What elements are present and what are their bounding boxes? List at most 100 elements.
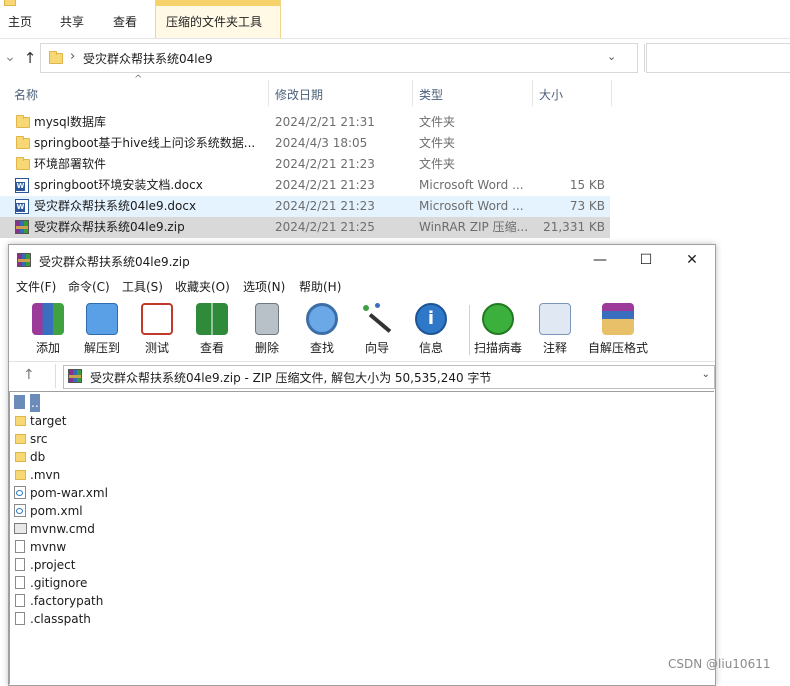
info-button[interactable]: i 信息: [409, 301, 453, 355]
word-doc-icon: W: [15, 178, 29, 193]
list-item[interactable]: .classpath: [14, 610, 314, 628]
up-arrow-icon[interactable]: ↑: [22, 49, 38, 67]
list-item-name: mvnw.cmd: [30, 522, 95, 536]
folder-icon: [15, 470, 26, 480]
extract-to-button[interactable]: 解压到: [80, 301, 124, 355]
folder-icon: [49, 51, 63, 64]
add-button[interactable]: 添加: [26, 301, 70, 355]
tab-view[interactable]: 查看: [113, 12, 137, 32]
tab-compressed-folder-tools[interactable]: 压缩的文件夹工具: [155, 0, 281, 38]
tab-share[interactable]: 共享: [60, 12, 84, 32]
list-item-name: .mvn: [30, 468, 61, 482]
menu-bar: 文件(F) 命令(C) 工具(S) 收藏夹(O) 选项(N) 帮助(H): [9, 275, 715, 297]
archive-path-field[interactable]: 受灾群众帮扶系统04le9.zip - ZIP 压缩文件, 解包大小为 50,5…: [63, 365, 715, 389]
menu-file[interactable]: 文件(F): [16, 278, 56, 295]
list-item[interactable]: mvnw: [14, 538, 314, 556]
menu-favorites[interactable]: 收藏夹(O): [175, 278, 230, 295]
recent-locations-chevron-icon[interactable]: ⌄: [2, 49, 18, 65]
view-button[interactable]: 查看: [190, 301, 234, 355]
menu-tools[interactable]: 工具(S): [122, 278, 163, 295]
column-divider[interactable]: [611, 80, 612, 106]
test-button[interactable]: 测试: [135, 301, 179, 355]
column-header-name[interactable]: 名称: [14, 84, 38, 106]
file-name: 环境部署软件: [34, 157, 107, 171]
address-dropdown-chevron-icon[interactable]: ⌄: [607, 50, 616, 63]
list-item[interactable]: src: [14, 430, 314, 448]
file-type: 文件夹: [419, 136, 456, 150]
up-one-level-icon[interactable]: ↑: [23, 367, 35, 383]
menu-commands[interactable]: 命令(C): [68, 278, 110, 295]
list-item[interactable]: target: [14, 412, 314, 430]
list-item[interactable]: ..: [14, 394, 314, 412]
info-button-label: 信息: [418, 341, 443, 355]
file-row[interactable]: springboot基于hive线上问诊系统数据... 2024/4/3 18:…: [0, 133, 610, 154]
delete-button[interactable]: 删除: [245, 301, 289, 355]
virus-bug-icon: [482, 303, 514, 335]
title-bar[interactable]: 受灾群众帮扶系统04le9.zip — ☐ ✕: [9, 245, 715, 275]
breadcrumb-chevron-icon[interactable]: ›: [70, 49, 75, 64]
search-input[interactable]: [646, 43, 790, 73]
file-row[interactable]: 受灾群众帮扶系统04le9.zip 2024/2/21 21:25 WinRAR…: [0, 217, 610, 238]
column-header-type[interactable]: 类型: [419, 84, 443, 106]
tab-home[interactable]: 主页: [8, 12, 32, 32]
list-item[interactable]: .factorypath: [14, 592, 314, 610]
list-item-name: mvnw: [30, 540, 67, 554]
file-date: 2024/4/3 18:05: [275, 136, 368, 150]
archive-file-list[interactable]: .. target src db .mvn pom-war.xml pom.xm…: [9, 391, 714, 684]
column-header-size[interactable]: 大小: [539, 84, 563, 106]
toolbar: 添加 解压到 测试 查看 删除 查找 向导 i 信息 扫描病毒 注释 自解压格式: [9, 297, 715, 359]
close-button[interactable]: ✕: [669, 245, 715, 275]
find-button[interactable]: 查找: [300, 301, 344, 355]
file-icon: [15, 612, 25, 625]
column-header-date[interactable]: 修改日期: [275, 84, 323, 106]
file-row[interactable]: W 受灾群众帮扶系统04le9.docx 2024/2/21 21:23 Mic…: [0, 196, 610, 217]
column-divider[interactable]: [532, 80, 533, 106]
folder-icon: [16, 157, 30, 170]
list-item[interactable]: db: [14, 448, 314, 466]
csdn-watermark: CSDN @liu10611: [668, 657, 771, 671]
column-divider[interactable]: [268, 80, 269, 106]
list-item[interactable]: pom-war.xml: [14, 484, 314, 502]
menu-help[interactable]: 帮助(H): [299, 278, 341, 295]
comment-button-label: 注释: [542, 341, 567, 355]
menu-options[interactable]: 选项(N): [243, 278, 285, 295]
address-row: ⌄ ↑ › 受灾群众帮扶系统04le9 ⌄ ↻: [0, 40, 790, 74]
wizard-button[interactable]: 向导: [355, 301, 399, 355]
file-type: Microsoft Word ...: [419, 178, 524, 192]
maximize-button[interactable]: ☐: [623, 245, 669, 275]
sfx-button[interactable]: 自解压格式: [588, 301, 648, 355]
path-dropdown-chevron-icon[interactable]: ⌄: [702, 369, 710, 380]
cmd-file-icon: [14, 523, 27, 534]
list-item[interactable]: .gitignore: [14, 574, 314, 592]
list-item[interactable]: pom.xml: [14, 502, 314, 520]
winrar-app-icon: [17, 253, 31, 267]
list-item[interactable]: .mvn: [14, 466, 314, 484]
winrar-archive-icon: [15, 220, 29, 234]
sort-ascending-icon: ^: [134, 74, 143, 85]
file-size: 73 KB: [569, 199, 605, 213]
list-item[interactable]: mvnw.cmd: [14, 520, 314, 538]
address-path[interactable]: 受灾群众帮扶系统04le9: [83, 50, 213, 67]
minimize-button[interactable]: —: [577, 245, 623, 275]
comment-button[interactable]: 注释: [533, 301, 577, 355]
folder-icon: [16, 115, 30, 128]
parent-folder-icon: [14, 395, 25, 409]
file-row[interactable]: 环境部署软件 2024/2/21 21:23 文件夹: [0, 154, 610, 175]
file-name: springboot环境安装文档.docx: [34, 178, 203, 192]
file-icon: [15, 558, 25, 571]
list-item-name: .classpath: [30, 612, 91, 626]
address-bar[interactable]: › 受灾群众帮扶系统04le9 ⌄ ↻: [40, 43, 666, 73]
scan-virus-button-label: 扫描病毒: [473, 341, 522, 355]
list-item-name: target: [30, 414, 67, 428]
list-item-name: .gitignore: [30, 576, 88, 590]
file-row[interactable]: mysql数据库 2024/2/21 21:31 文件夹: [0, 112, 610, 133]
window-title: 受灾群众帮扶系统04le9.zip: [39, 255, 190, 269]
list-item-name: pom-war.xml: [30, 486, 108, 500]
file-name: 受灾群众帮扶系统04le9.docx: [34, 199, 197, 213]
file-row[interactable]: W springboot环境安装文档.docx 2024/2/21 21:23 …: [0, 175, 610, 196]
file-date: 2024/2/21 21:23: [275, 199, 375, 213]
file-date: 2024/2/21 21:25: [275, 220, 375, 234]
column-divider[interactable]: [412, 80, 413, 106]
scan-virus-button[interactable]: 扫描病毒: [474, 301, 522, 355]
list-item[interactable]: .project: [14, 556, 314, 574]
